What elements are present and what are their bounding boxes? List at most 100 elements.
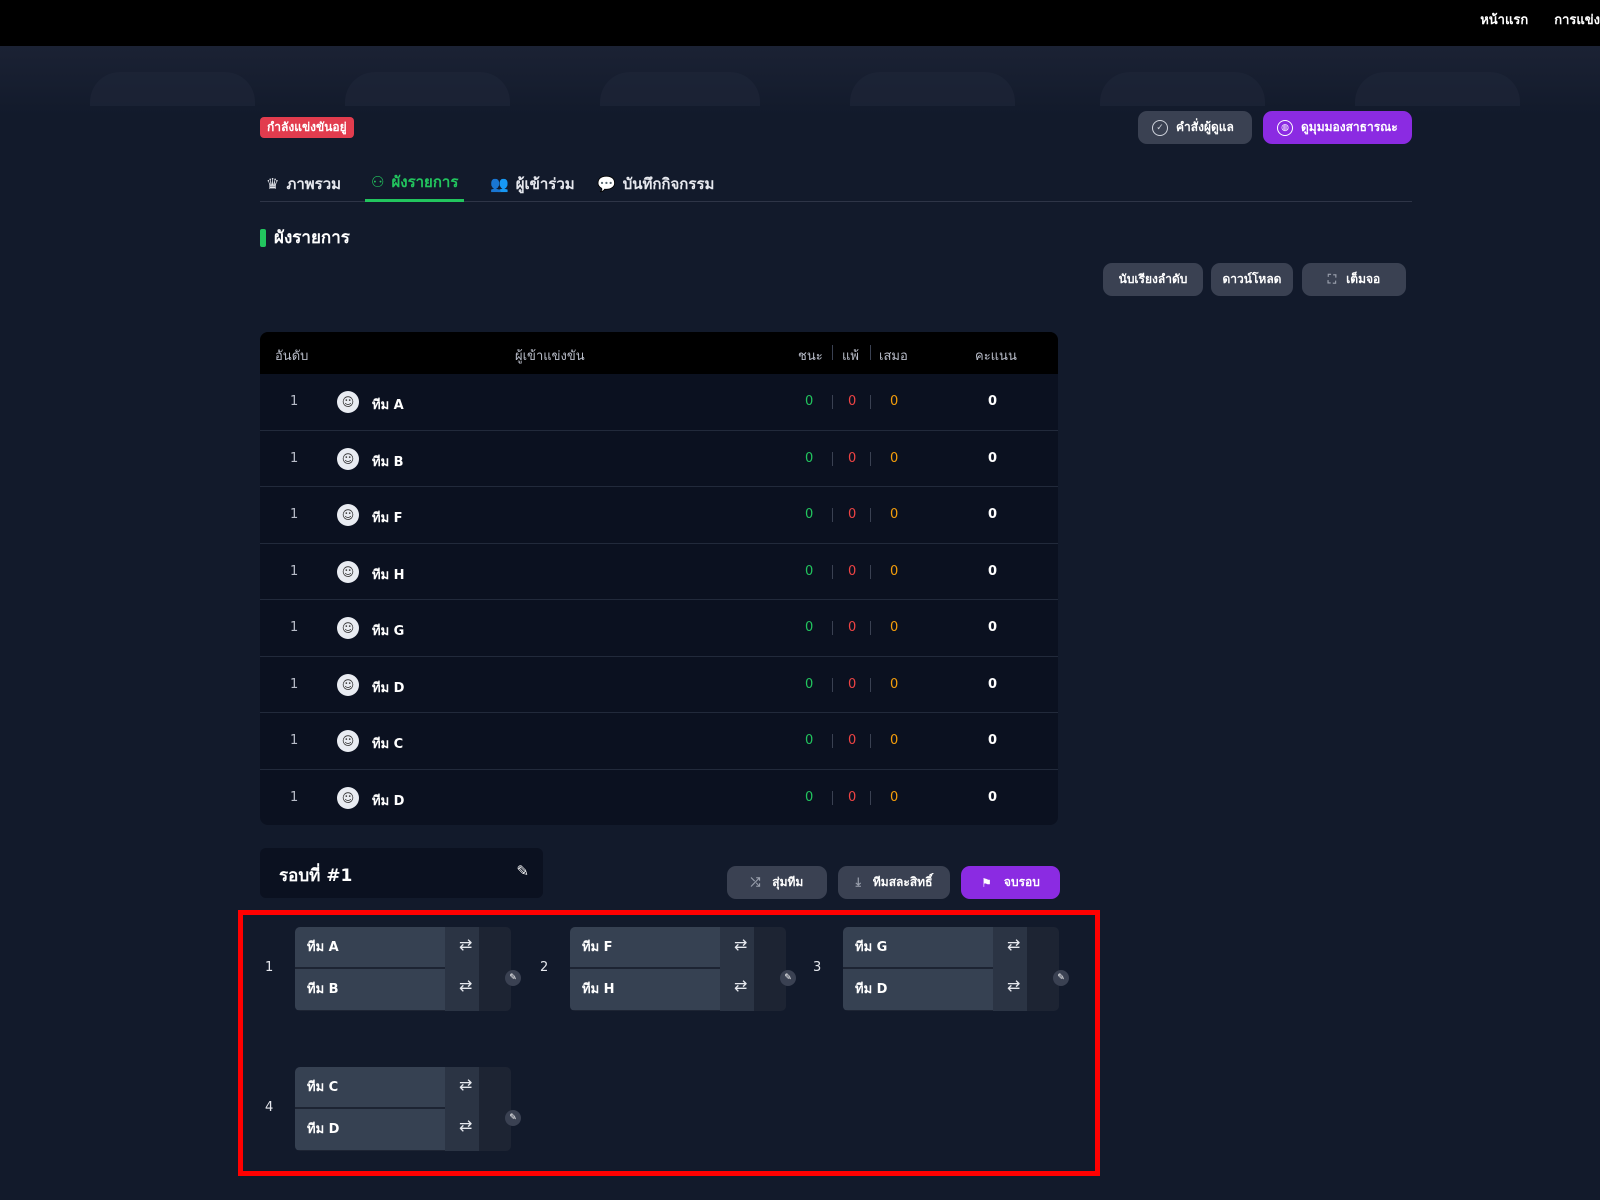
- rank-cell: 1: [290, 394, 299, 409]
- win-cell: 0: [805, 507, 814, 522]
- shuffle-icon: ⤮: [750, 875, 761, 889]
- match-team-a[interactable]: ทีม C: [295, 1067, 445, 1108]
- win-cell: 0: [805, 676, 814, 692]
- swap-team-icon[interactable]: ⇄: [459, 1075, 472, 1094]
- tab-activity-log[interactable]: 💬 บันทึกกิจกรรม: [591, 165, 720, 202]
- team-name-cell[interactable]: ทีม H: [372, 564, 405, 585]
- top-nav-links: หน้าแรก การแข่ง: [1480, 9, 1600, 30]
- match-team-b[interactable]: ทีม H: [570, 969, 720, 1010]
- cell-divider: [832, 734, 833, 748]
- round-title-box: รอบที่ #1 ✎: [260, 848, 543, 898]
- seat-decoration: [90, 72, 255, 106]
- section-title: ผังรายการ: [260, 224, 350, 251]
- swap-team-icon[interactable]: ⇄: [459, 935, 472, 954]
- cell-divider: [832, 790, 833, 805]
- loss-cell: 0: [848, 733, 857, 748]
- team-name-cell[interactable]: ทีม A: [372, 394, 404, 415]
- nav-home-link[interactable]: หน้าแรก: [1480, 9, 1528, 30]
- edit-match-icon[interactable]: ✎: [505, 970, 521, 986]
- win-cell: 0: [805, 789, 814, 805]
- header-rank: อันดับ: [275, 349, 309, 364]
- forfeit-label: ทีมสละสิทธิ์: [872, 875, 933, 889]
- tab-overview[interactable]: ♛ ภาพรวม: [260, 165, 347, 202]
- match-number: 2: [540, 960, 549, 975]
- points-cell: 0: [988, 563, 998, 579]
- shuffle-teams-button[interactable]: ⤮ สุ่มทีม: [727, 866, 827, 899]
- tab-participants[interactable]: 👥 ผู้เข้าร่วม: [484, 165, 581, 202]
- draw-cell: 0: [890, 563, 899, 579]
- sort-button[interactable]: นับเรียงลำดับ: [1103, 263, 1203, 296]
- team-avatar-icon: ☺: [337, 447, 359, 470]
- team-name-cell[interactable]: ทีม B: [372, 451, 404, 472]
- draw-cell: 0: [890, 394, 899, 409]
- tab-bracket[interactable]: ⚇ ผังรายการ: [365, 165, 465, 202]
- win-cell: 0: [805, 450, 814, 466]
- rank-cell: 1: [290, 676, 299, 692]
- win-cell: 0: [805, 563, 814, 579]
- loss-cell: 0: [848, 789, 857, 805]
- win-cell: 0: [805, 620, 814, 635]
- rank-cell: 1: [290, 507, 299, 522]
- header-loss: แพ้: [842, 349, 859, 364]
- match-team-a[interactable]: ทีม F: [570, 927, 720, 968]
- table-row: 1 ☺ ทีม D 0 0 0 0: [260, 770, 1058, 826]
- edit-match-icon[interactable]: ✎: [505, 1110, 521, 1126]
- cell-divider: [870, 677, 871, 692]
- swap-team-icon[interactable]: ⇄: [1007, 935, 1020, 954]
- swap-team-icon[interactable]: ⇄: [459, 976, 472, 995]
- download-button[interactable]: ดาวน์โหลด: [1211, 263, 1293, 296]
- win-cell: 0: [805, 733, 814, 748]
- edit-match-icon[interactable]: ✎: [1053, 970, 1069, 986]
- loss-cell: 0: [848, 676, 857, 692]
- team-name-cell[interactable]: ทีม C: [372, 733, 403, 754]
- fullscreen-button[interactable]: ⛶ เต็มจอ: [1302, 263, 1406, 296]
- end-round-label: จบรอบ: [1003, 875, 1040, 889]
- table-row: 1 ☺ ทีม C 0 0 0 0: [260, 713, 1058, 770]
- edit-round-icon[interactable]: ✎: [516, 862, 529, 880]
- match-team-b[interactable]: ทีม B: [295, 969, 445, 1010]
- swap-team-icon[interactable]: ⇄: [459, 1116, 472, 1135]
- swap-team-icon[interactable]: ⇄: [734, 935, 747, 954]
- public-view-button[interactable]: ◍ ดูมุมมองสาธารณะ: [1263, 111, 1412, 144]
- standings-header: อันดับ ผู้เข้าแข่งขัน ชนะ แพ้ เสมอ คะแนน: [260, 332, 1058, 374]
- team-forfeit-button[interactable]: ⤓ ทีมสละสิทธิ์: [838, 866, 950, 899]
- draw-cell: 0: [890, 789, 899, 805]
- table-row: 1 ☺ ทีม H 0 0 0 0: [260, 544, 1058, 600]
- chat-icon: 💬: [597, 174, 616, 193]
- table-row: 1 ☺ ทีม B 0 0 0 0: [260, 431, 1058, 487]
- edit-match-icon[interactable]: ✎: [780, 970, 796, 986]
- match-team-b[interactable]: ทีม D: [843, 969, 993, 1010]
- tab-label: ภาพรวม: [286, 174, 342, 193]
- nav-tournaments-link[interactable]: การแข่ง: [1554, 9, 1600, 30]
- team-name-cell[interactable]: ทีม G: [372, 620, 404, 641]
- match-number: 3: [813, 960, 822, 975]
- cell-divider: [870, 734, 871, 748]
- win-cell: 0: [805, 394, 814, 409]
- fullscreen-icon: ⛶: [1327, 272, 1337, 286]
- shuffle-label: สุ่มทีม: [772, 875, 804, 889]
- match-team-a[interactable]: ทีม G: [843, 927, 993, 968]
- match-team-a[interactable]: ทีม A: [295, 927, 445, 968]
- match-team-b[interactable]: ทีม D: [295, 1109, 445, 1150]
- seat-decoration: [1355, 72, 1520, 106]
- team-name-cell[interactable]: ทีม F: [372, 507, 403, 528]
- points-cell: 0: [988, 507, 998, 522]
- match-slots: ทีม G ทีม D: [843, 927, 1059, 1011]
- loss-cell: 0: [848, 507, 857, 522]
- draw-cell: 0: [890, 620, 899, 635]
- tab-label: ผู้เข้าร่วม: [515, 174, 575, 193]
- header-divider: [870, 345, 871, 360]
- swap-team-icon[interactable]: ⇄: [734, 976, 747, 995]
- download-arrow-icon: ⤓: [855, 875, 861, 889]
- swap-team-icon[interactable]: ⇄: [1007, 976, 1020, 995]
- team-name-cell[interactable]: ทีม D: [372, 790, 404, 811]
- team-name-cell[interactable]: ทีม D: [372, 677, 404, 698]
- end-round-button[interactable]: ⚑ จบรอบ: [961, 866, 1060, 899]
- table-row: 1 ☺ ทีม G 0 0 0 0: [260, 600, 1058, 657]
- admin-commands-button[interactable]: ✓ คำสั่งผู้ดูแล: [1138, 111, 1252, 144]
- seat-decoration: [1100, 72, 1265, 106]
- draw-cell: 0: [890, 676, 899, 692]
- top-navbar: หน้าแรก การแข่ง: [0, 0, 1600, 46]
- cell-divider: [832, 677, 833, 692]
- flag-icon: ⚑: [981, 875, 992, 890]
